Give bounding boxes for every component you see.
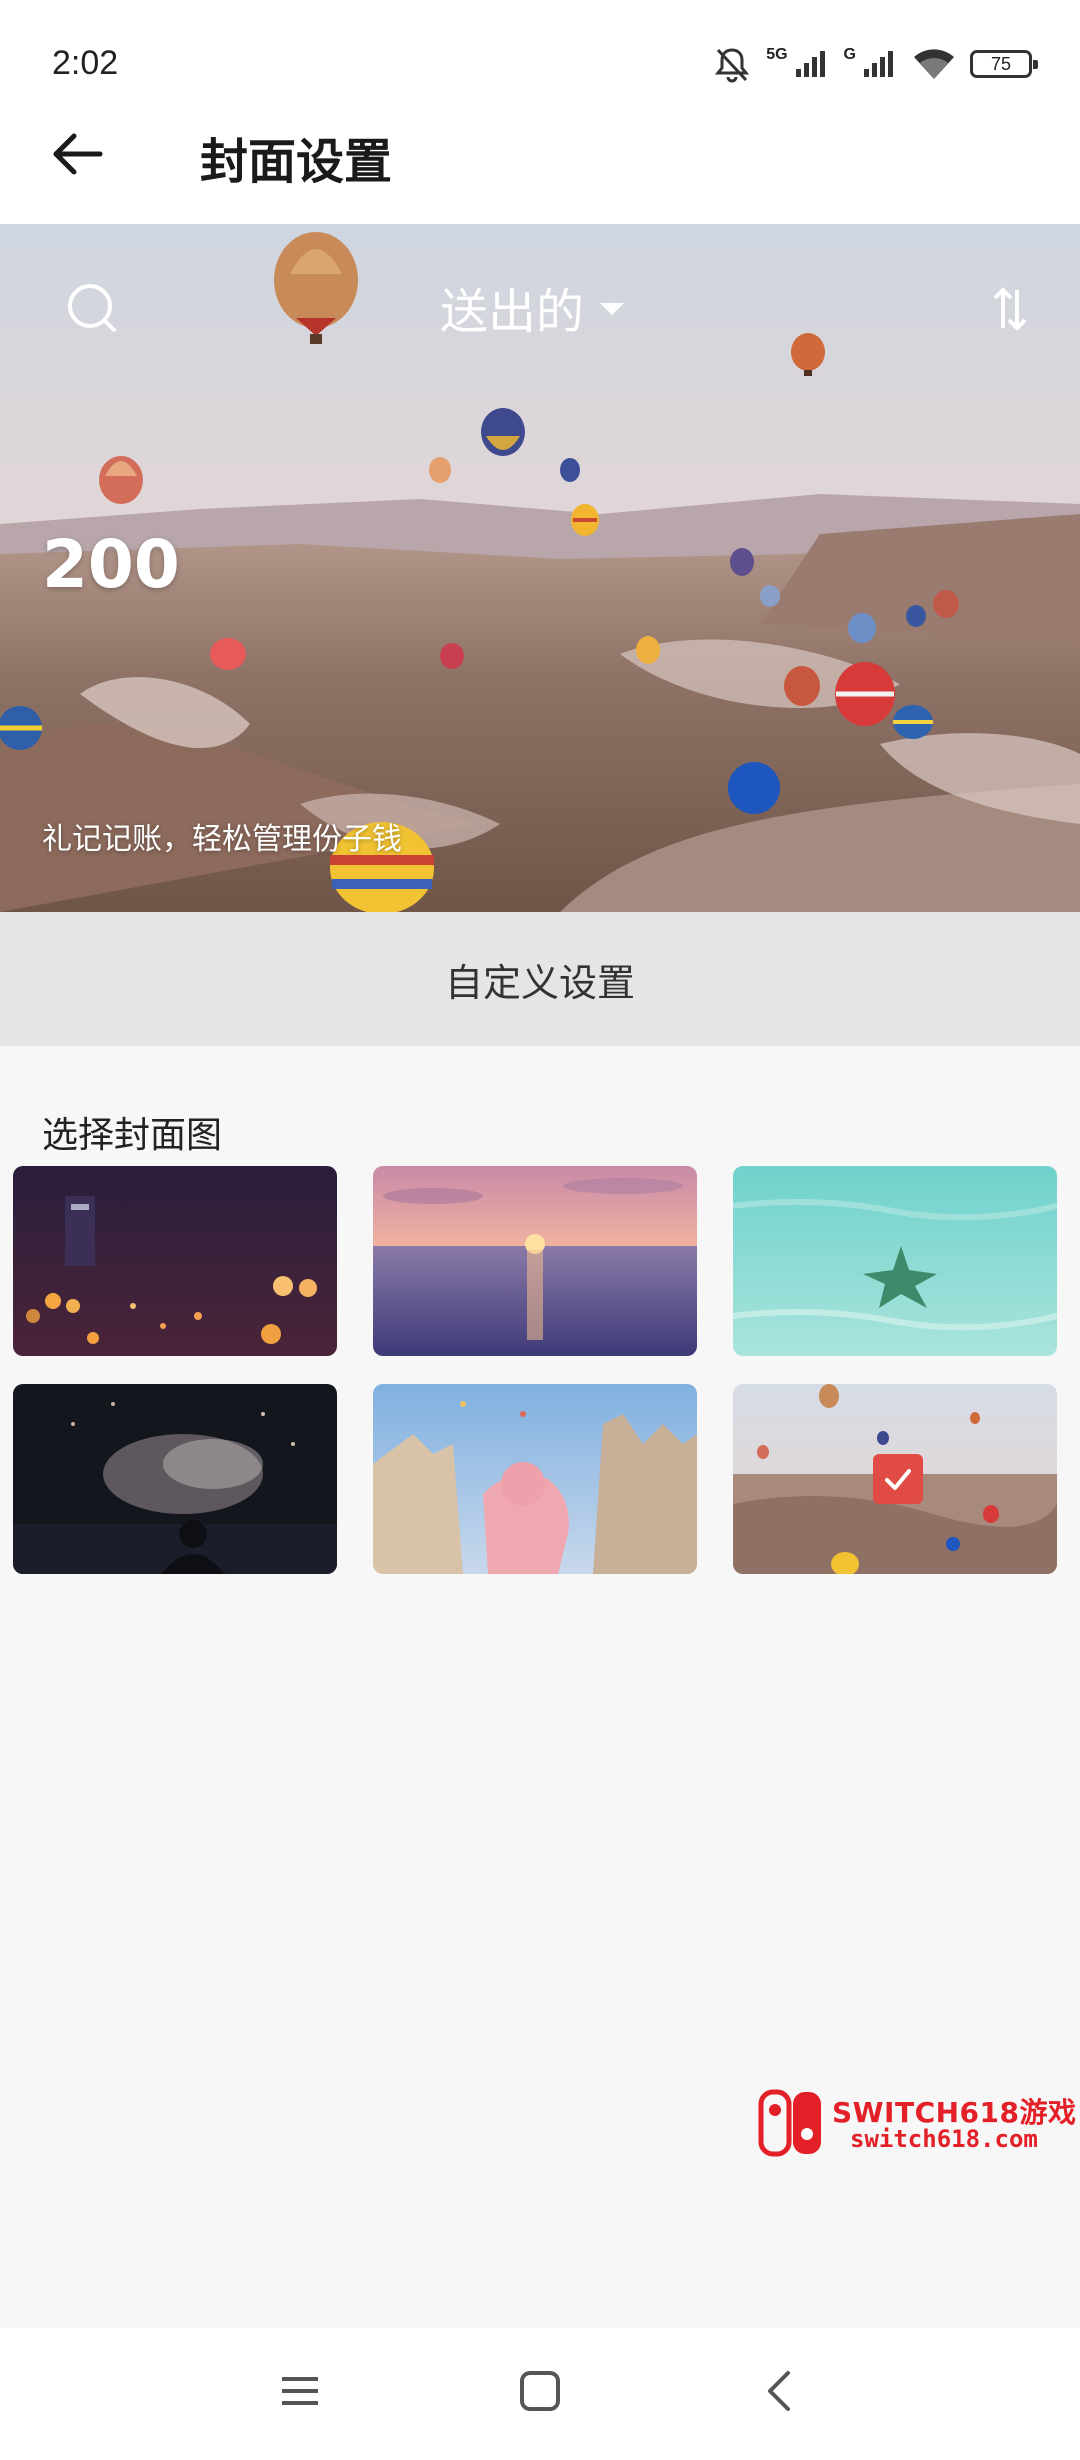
cover-thumb-girl-rock-town[interactable] (373, 1384, 697, 1574)
search-button[interactable] (52, 270, 132, 350)
cover-slogan: 礼记记账，轻松管理份子钱 (42, 822, 402, 857)
net-type-label-2: G (843, 46, 856, 63)
app-bar: 封面设置 (0, 104, 1080, 224)
cover-preview: 送出的 200 礼记记账，轻松管理份子钱 (0, 224, 1080, 912)
mute-icon (712, 44, 752, 84)
status-time: 2:02 (52, 44, 119, 82)
cover-thumb-fireworks[interactable] (13, 1384, 337, 1574)
cover-thumb-night-city[interactable] (13, 1166, 337, 1356)
cover-thumb-sunset-sea[interactable] (373, 1166, 697, 1356)
back-button[interactable] (40, 118, 116, 194)
search-icon (62, 278, 122, 342)
battery-level: 75 (990, 53, 1012, 74)
sort-icon (990, 284, 1030, 338)
status-bar: 2:02 5G G 75 (0, 0, 1080, 104)
nav-menu-button[interactable] (260, 2358, 340, 2428)
cover-thumb-balloons[interactable] (733, 1384, 1057, 1574)
switch-logo-icon (756, 2088, 826, 2162)
custom-settings-button[interactable]: 自定义设置 (0, 912, 1080, 1046)
menu-icon (278, 2371, 322, 2415)
watermark-title: SWITCH618游戏 (832, 2095, 1077, 2129)
battery-icon: 75 (970, 50, 1038, 78)
back-chevron-icon (762, 2369, 798, 2417)
filter-label: 送出的 (440, 284, 585, 340)
net-type-label: 5G (766, 46, 788, 63)
watermark: SWITCH618游戏 switch618.com (756, 2088, 1077, 2162)
wifi-icon (912, 47, 956, 81)
signal-5g-icon (794, 49, 830, 79)
nav-back-button[interactable] (740, 2358, 820, 2428)
section-title: 选择封面图 (42, 1115, 223, 1156)
status-icons: 5G G 75 (712, 42, 1038, 86)
arrow-left-icon (52, 132, 104, 180)
total-amount: 200 (42, 526, 180, 603)
home-icon (518, 2369, 562, 2417)
cover-thumb-starfish[interactable] (733, 1166, 1057, 1356)
selected-check-icon (873, 1454, 923, 1504)
page-title: 封面设置 (200, 134, 393, 190)
caret-down-icon (600, 303, 625, 315)
signal-icon (862, 49, 898, 79)
system-nav-bar (0, 2328, 1080, 2460)
sort-button[interactable] (980, 276, 1040, 346)
watermark-url: switch618.com (850, 2125, 1038, 2154)
nav-home-button[interactable] (500, 2358, 580, 2428)
filter-dropdown[interactable]: 送出的 (440, 272, 625, 342)
